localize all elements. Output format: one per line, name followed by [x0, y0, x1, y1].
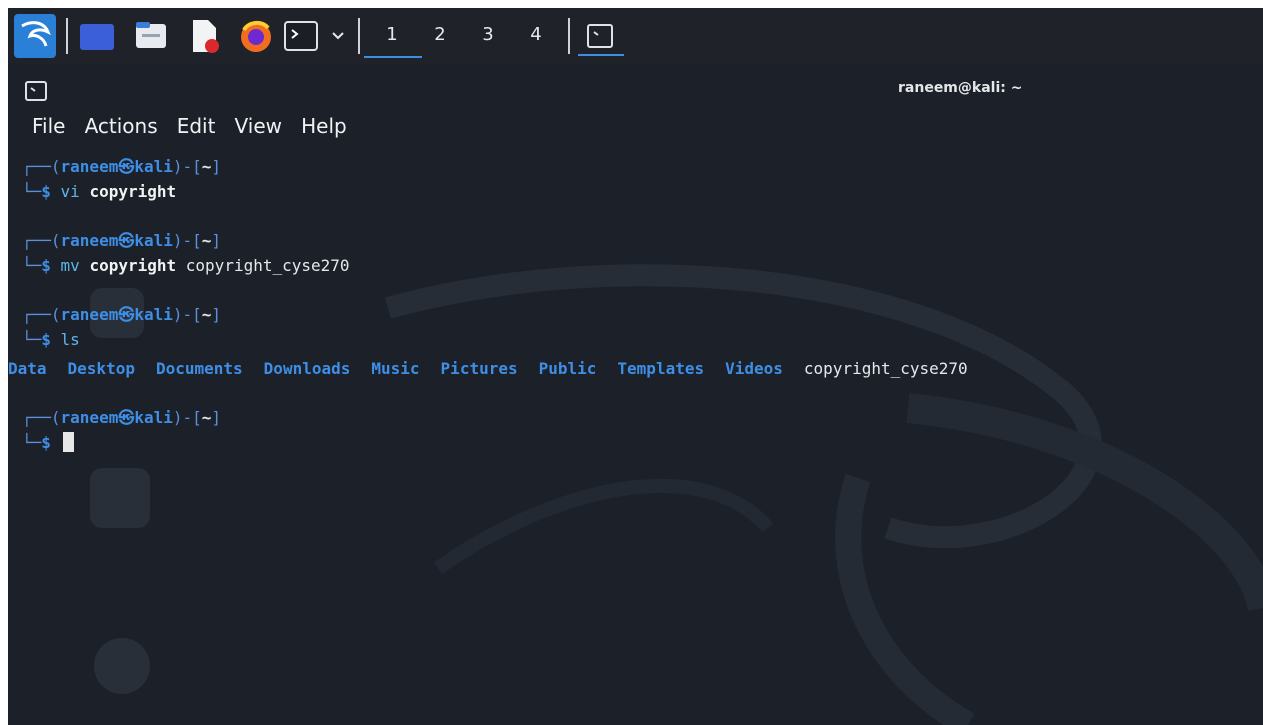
trash-icon: [94, 638, 150, 694]
show-desktop-icon[interactable]: [80, 24, 114, 50]
panel-separator: [568, 18, 570, 54]
prompt-line: ┌──(raneem㉿kali)-[~]: [22, 305, 222, 324]
menu-bar: File Actions Edit View Help: [32, 114, 361, 144]
workspace-3[interactable]: 3: [470, 20, 506, 54]
prompt-line: ┌──(raneem㉿kali)-[~]: [22, 408, 222, 427]
menu-actions[interactable]: Actions: [85, 114, 158, 138]
active-command-line[interactable]: └─$: [22, 430, 1252, 455]
panel-separator: [358, 18, 360, 54]
terminal-task-icon[interactable]: [578, 22, 624, 56]
ls-output: Data Desktop Documents Downloads Music Pictur…: [8, 356, 1252, 381]
ls-dir: Videos: [725, 359, 783, 378]
window-title: raneem@kali: ~: [898, 80, 1023, 96]
menu-help[interactable]: Help: [301, 114, 347, 138]
kali-menu-icon[interactable]: [14, 14, 56, 58]
menu-edit[interactable]: Edit: [177, 114, 216, 138]
ls-dir: Templates: [617, 359, 705, 378]
terminal-icon[interactable]: [284, 21, 318, 51]
menu-view[interactable]: View: [235, 114, 282, 138]
command-line: └─$ mv copyright copyright_cyse270: [22, 256, 350, 275]
firefox-icon[interactable]: [238, 18, 274, 54]
workspace-4[interactable]: 4: [518, 20, 554, 54]
menu-file[interactable]: File: [32, 114, 65, 138]
ls-dir: Downloads: [263, 359, 351, 378]
ls-file: copyright_cyse270: [803, 359, 968, 378]
ls-dir: Data: [8, 359, 47, 378]
ls-dir: Public: [538, 359, 597, 378]
terminal-output[interactable]: ┌──(raneem㉿kali)-[~] └─$ vi copyright ┌─…: [8, 154, 1252, 455]
prompt-line: ┌──(raneem㉿kali)-[~]: [22, 157, 222, 176]
ls-dir: Pictures: [440, 359, 518, 378]
workspace-1[interactable]: 1: [364, 20, 422, 58]
top-panel: 1 2 3 4: [8, 8, 1263, 64]
command-line: └─$ ls: [22, 330, 80, 349]
file-manager-icon[interactable]: [134, 20, 168, 52]
chevron-down-icon[interactable]: [328, 26, 348, 46]
desktop: 1 2 3 4 raneem@kali: ~ File Actions Edit…: [8, 8, 1263, 725]
text-editor-icon[interactable]: [190, 18, 220, 54]
ls-dir: Desktop: [67, 359, 135, 378]
ls-dir: Documents: [155, 359, 243, 378]
home-folder-icon: [90, 468, 150, 528]
panel-separator: [66, 18, 68, 54]
ls-dir: Music: [371, 359, 420, 378]
terminal-window-icon: [24, 80, 50, 102]
workspace-2[interactable]: 2: [422, 20, 458, 54]
command-line: └─$ vi copyright: [22, 182, 177, 201]
text-cursor: [62, 432, 74, 452]
terminal-window-titlebar: raneem@kali: ~: [8, 68, 1263, 108]
prompt-line: ┌──(raneem㉿kali)-[~]: [22, 231, 222, 250]
